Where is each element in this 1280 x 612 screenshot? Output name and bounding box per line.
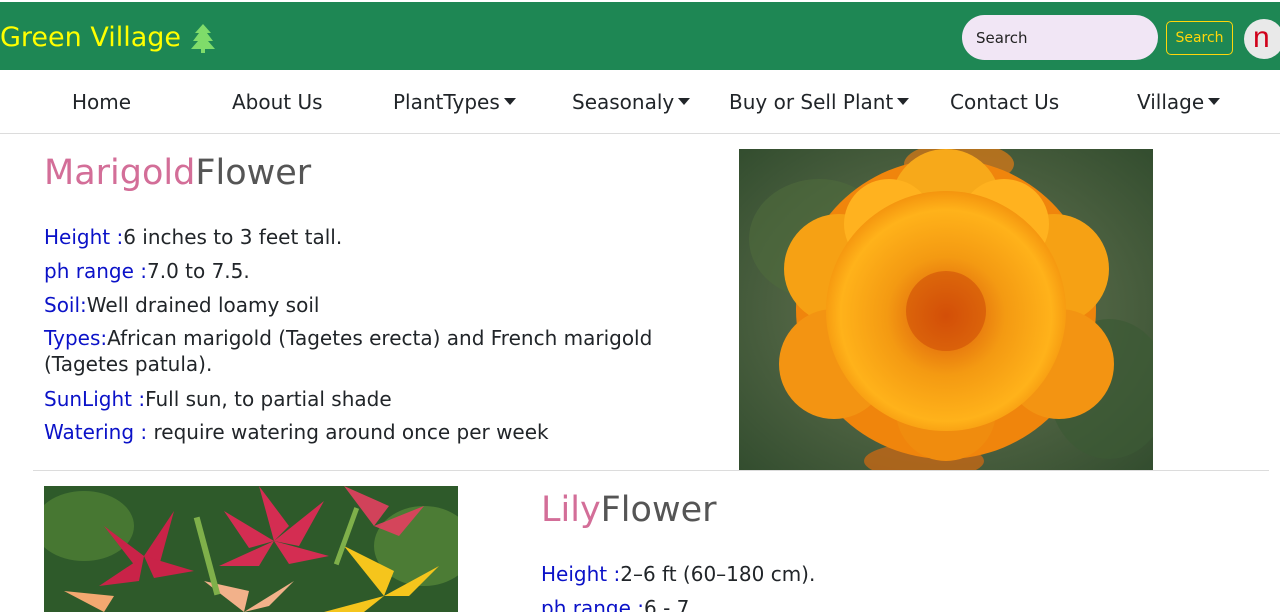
marigold-types: Types:African marigold (Tagetes erecta) … (44, 325, 684, 377)
prop-key: ph range : (541, 596, 644, 612)
plant-suffix: Flower (600, 490, 717, 530)
prop-key: Soil: (44, 293, 87, 317)
nav-seasonaly-label: Seasonaly (572, 90, 675, 114)
prop-value: Full sun, to partial shade (145, 387, 392, 411)
nav-about-us[interactable]: About Us (232, 90, 323, 114)
prop-key: ph range : (44, 259, 147, 283)
prop-key: Types: (44, 326, 108, 350)
main-nav: Home About Us PlantTypes Seasonaly Buy o… (0, 70, 1280, 134)
nav-plant-types-label: PlantTypes (393, 90, 500, 114)
nav-seasonaly-dropdown[interactable]: Seasonaly (572, 90, 691, 114)
marigold-watering: Watering : require watering around once … (44, 419, 684, 445)
search-input[interactable] (962, 15, 1158, 60)
marigold-sunlight: SunLight :Full sun, to partial shade (44, 386, 684, 412)
nav-village-dropdown[interactable]: Village (1137, 90, 1221, 114)
marigold-height: Height :6 inches to 3 feet tall. (44, 224, 684, 250)
lily-ph-range: ph range :6 - 7 (541, 595, 1241, 612)
plant-name: Marigold (44, 153, 196, 193)
plant-suffix: Flower (195, 153, 312, 193)
nav-contact-us-label: Contact Us (950, 90, 1060, 114)
prop-key: SunLight : (44, 387, 146, 411)
prop-value: require watering around once per week (147, 420, 549, 444)
caret-down-icon (1208, 98, 1221, 105)
lily-height: Height :2–6 ft (60–180 cm). (541, 561, 1241, 587)
marigold-title: MarigoldFlower (44, 153, 311, 193)
marigold-ph-range: ph range :7.0 to 7.5. (44, 258, 684, 284)
caret-down-icon (897, 98, 910, 105)
prop-value: 7.0 to 7.5. (146, 259, 250, 283)
section-divider (33, 470, 1269, 471)
nav-about-us-label: About Us (232, 90, 323, 114)
brand-name: Green Village (0, 22, 182, 53)
prop-value: African marigold (Tagetes erecta) and Fr… (44, 326, 653, 376)
top-navbar: Green Village Search n (0, 0, 1280, 70)
caret-down-icon (503, 98, 516, 105)
avatar[interactable]: n (1244, 19, 1280, 59)
nav-buy-sell-dropdown[interactable]: Buy or Sell Plant (729, 90, 910, 114)
nav-village-label: Village (1137, 90, 1205, 114)
lily-image (44, 486, 458, 612)
prop-key: Height : (44, 225, 124, 249)
nav-buy-sell-label: Buy or Sell Plant (729, 90, 894, 114)
brand-logo[interactable]: Green Village (0, 22, 216, 53)
prop-value: 6 inches to 3 feet tall. (123, 225, 343, 249)
prop-value: 6 - 7 (643, 596, 690, 612)
nav-contact-us[interactable]: Contact Us (950, 90, 1059, 114)
nav-home-label: Home (72, 90, 132, 114)
lily-title: LilyFlower (541, 490, 717, 530)
prop-key: Watering : (44, 420, 148, 444)
marigold-image (739, 149, 1153, 470)
prop-value: 2–6 ft (60–180 cm). (620, 562, 816, 586)
plant-name: Lily (541, 490, 601, 530)
prop-key: Height : (541, 562, 621, 586)
prop-value: Well drained loamy soil (86, 293, 320, 317)
nav-plant-types-dropdown[interactable]: PlantTypes (393, 90, 516, 114)
marigold-soil: Soil:Well drained loamy soil (44, 292, 684, 318)
nav-home[interactable]: Home (72, 90, 131, 114)
search-button[interactable]: Search (1166, 21, 1233, 55)
caret-down-icon (678, 98, 691, 105)
tree-icon (191, 23, 216, 53)
